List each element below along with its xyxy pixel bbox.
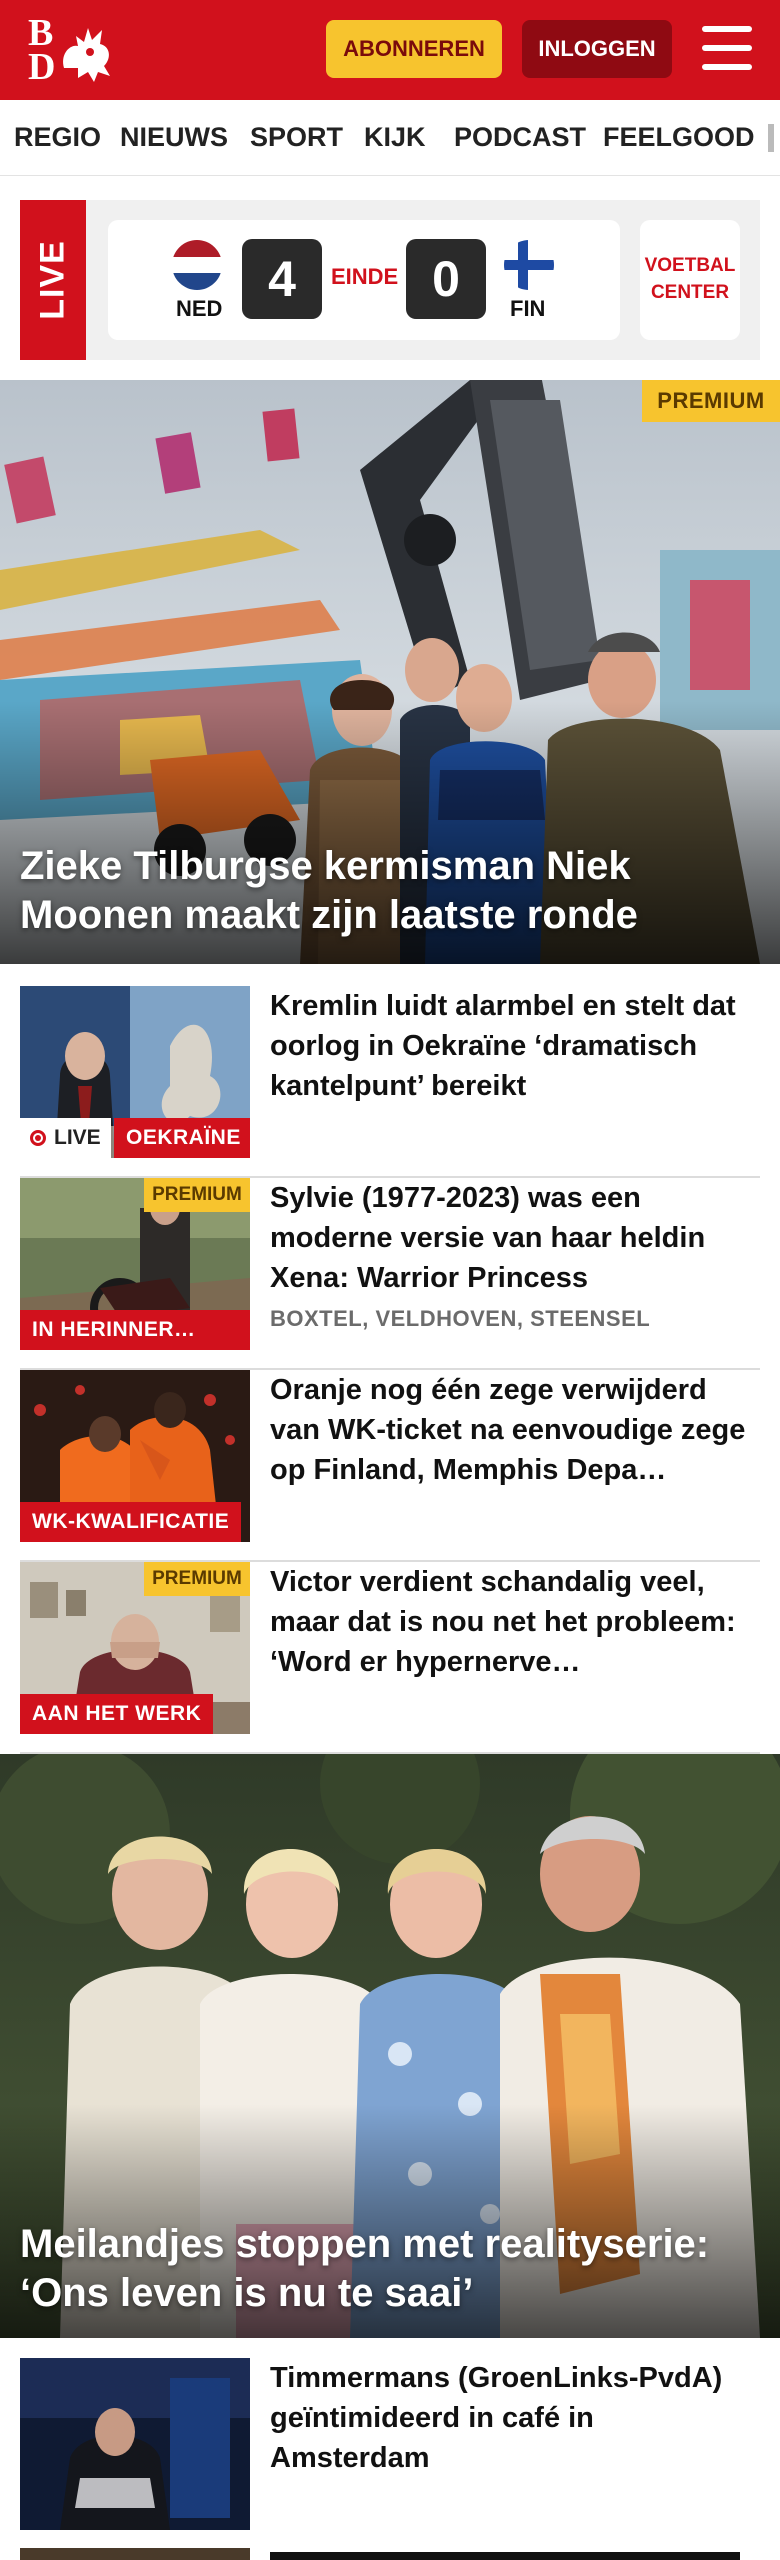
site-header: B D ABONNEREN INLOGGEN <box>0 0 780 100</box>
article-location: BOXTEL, VELDHOVEN, STEENSEL <box>270 1306 651 1331</box>
match-status: EINDE <box>331 264 399 289</box>
thumb-victor: PREMIUM AAN HET WERK <box>20 1562 250 1734</box>
live-dot-icon <box>30 1130 46 1146</box>
article-title[interactable]: Sylvie (1977-2023) was een moderne versi… <box>270 1178 750 1298</box>
thumb-timmermans <box>20 2358 250 2530</box>
netherlands-flag-icon <box>172 240 222 290</box>
list-item-sylvie[interactable]: PREMIUM IN HERINNER… Sylvie (1977-2023) … <box>20 1178 760 1370</box>
article-title[interactable]: Kremlin luidt alarmbel en stelt dat oorl… <box>270 986 750 1106</box>
live-pill: LIVE <box>20 1118 111 1158</box>
dragon-emblem-icon <box>63 28 110 82</box>
live-label: LIVE <box>20 200 86 360</box>
next-title-peek <box>270 2552 740 2560</box>
nav-overflow-hint <box>768 124 774 152</box>
list-item-oranje[interactable]: WK-KWALIFICATIE Oranje nog één zege verw… <box>20 1370 760 1562</box>
logo-letter-d: D <box>28 46 56 88</box>
nav-item-podcast[interactable]: PODCAST <box>454 122 586 153</box>
thumb-photo-timmermans <box>20 2358 250 2530</box>
match-score-card[interactable]: NED 4 EINDE 0 FIN <box>108 220 620 340</box>
article-title[interactable]: Timmermans (GroenLinks-PvdA) geïntimidee… <box>270 2358 750 2478</box>
section-nav: REGIO NIEUWS SPORT KIJK PODCAST FEELGOOD <box>0 100 780 176</box>
hero-article-kermis[interactable]: PREMIUM Zieke Tilburgse kermisman Niek M… <box>0 380 780 964</box>
thumb-kremlin: LIVE OEKRAÏNE <box>20 986 250 1158</box>
hero-title-meilandjes[interactable]: Meilandjes stoppen met realityserie: ‘On… <box>20 2220 750 2318</box>
bd-logo[interactable]: B D <box>26 14 116 88</box>
nav-item-sport[interactable]: SPORT <box>250 122 343 153</box>
nav-item-feelgood[interactable]: FEELGOOD <box>603 122 755 153</box>
article-title[interactable]: Oranje nog één zege verwijderd van WK-ti… <box>270 1370 750 1490</box>
comment-icon <box>218 1320 238 1340</box>
tag-oekraine: OEKRAÏNE <box>114 1118 250 1158</box>
subscribe-button[interactable]: ABONNEREN <box>326 20 502 78</box>
nav-item-regio[interactable]: REGIO <box>14 122 101 153</box>
away-score: 0 <box>406 239 486 319</box>
hero-article-meilandjes[interactable]: Meilandjes stoppen met realityserie: ‘On… <box>0 1754 780 2338</box>
list-item-kremlin[interactable]: LIVE OEKRAÏNE Kremlin luidt alarmbel en … <box>20 986 760 1178</box>
away-team-name: FIN <box>510 296 546 321</box>
finland-flag-icon <box>504 240 554 290</box>
voetbal-center-link[interactable]: VOETBAL CENTER <box>640 220 740 340</box>
list-item-victor[interactable]: PREMIUM AAN HET WERK Victor verdient sch… <box>20 1562 760 1754</box>
home-score: 4 <box>242 239 322 319</box>
live-score-widget[interactable]: LIVE NED 4 EINDE 0 FIN VOETBAL CENTER <box>20 200 760 360</box>
nav-item-kijk[interactable]: KIJK <box>364 122 426 153</box>
hamburger-icon[interactable] <box>700 26 754 72</box>
hero-title-kermis[interactable]: Zieke Tilburgse kermisman Niek Moonen ma… <box>20 842 750 940</box>
tag-wk-kwalificatie: WK-KWALIFICATIE <box>20 1502 242 1542</box>
next-thumb-peek <box>20 2548 250 2560</box>
thumb-oranje: WK-KWALIFICATIE <box>20 1370 250 1542</box>
premium-badge: PREMIUM <box>144 1178 250 1212</box>
live-pill-label: LIVE <box>54 1126 101 1149</box>
article-title[interactable]: Victor verdient schandalig veel, maar da… <box>270 1562 750 1682</box>
thumb-sylvie: PREMIUM IN HERINNER… <box>20 1178 250 1350</box>
tag-aan-het-werk: AAN HET WERK <box>20 1694 214 1734</box>
login-button[interactable]: INLOGGEN <box>522 20 672 78</box>
premium-badge: PREMIUM <box>642 380 780 422</box>
home-team-name: NED <box>176 296 223 321</box>
list-item-timmermans[interactable]: Timmermans (GroenLinks-PvdA) geïntimidee… <box>20 2358 760 2538</box>
premium-badge: PREMIUM <box>144 1562 250 1596</box>
nav-item-nieuws[interactable]: NIEUWS <box>120 122 228 153</box>
